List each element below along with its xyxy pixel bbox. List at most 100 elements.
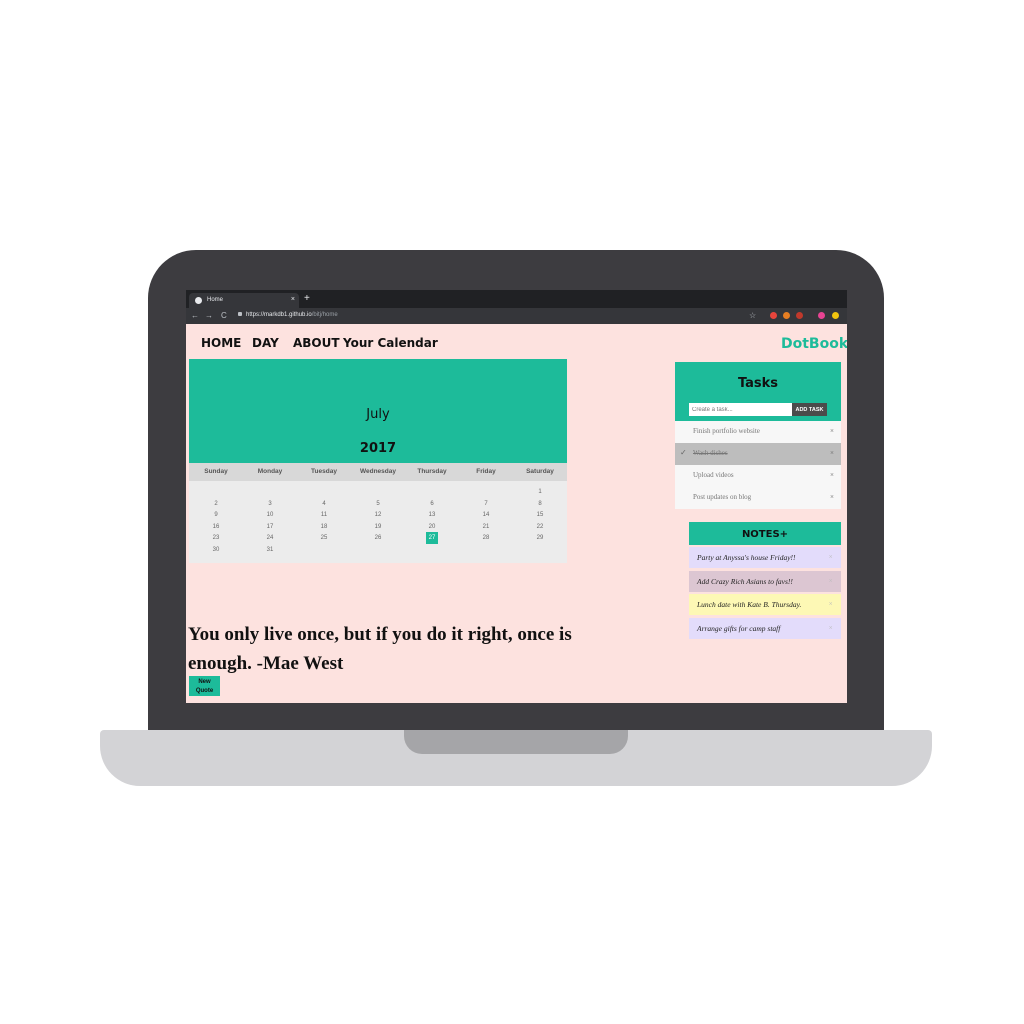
laptop-screen: Home × + ← → C https://markdb1.github.io… bbox=[186, 290, 847, 703]
calendar-day[interactable]: 22 bbox=[513, 523, 567, 531]
reload-icon[interactable]: C bbox=[221, 311, 227, 320]
calendar: July 2017 Sunday Monday Tuesday Wednesday Th… bbox=[189, 359, 567, 563]
extension-icon[interactable] bbox=[796, 312, 803, 319]
web-page: HOME DAY ABOUT Your Calendar DotBook Jul… bbox=[186, 324, 847, 703]
tasks-title: Tasks bbox=[737, 376, 779, 391]
lock-icon bbox=[238, 312, 242, 316]
calendar-day[interactable]: 7 bbox=[459, 500, 513, 508]
browser-tab-strip: Home × + bbox=[186, 290, 847, 308]
calendar-day[interactable]: 16 bbox=[189, 523, 243, 531]
task-item[interactable]: Post updates on blog × bbox=[675, 487, 841, 509]
extension-icon[interactable] bbox=[770, 312, 777, 319]
address-bar[interactable]: https://markdb1.github.io/bitj/home bbox=[238, 312, 338, 318]
nav-about-link[interactable]: ABOUT bbox=[293, 336, 340, 350]
nav-calendar-link[interactable]: Your Calendar bbox=[343, 336, 438, 350]
task-item[interactable]: Upload videos × bbox=[675, 465, 841, 487]
calendar-day[interactable]: 24 bbox=[243, 534, 297, 542]
calendar-day[interactable]: 9 bbox=[189, 511, 243, 519]
close-icon[interactable]: × bbox=[830, 493, 834, 501]
calendar-year: 2017 bbox=[359, 441, 397, 456]
calendar-day[interactable]: 20 bbox=[405, 523, 459, 531]
nav-home-link[interactable]: HOME bbox=[201, 336, 241, 350]
calendar-day[interactable]: 6 bbox=[405, 500, 459, 508]
close-icon[interactable]: × bbox=[828, 553, 833, 561]
calendar-day[interactable]: 5 bbox=[351, 500, 405, 508]
calendar-day[interactable]: 1 bbox=[513, 488, 567, 496]
calendar-day[interactable]: 21 bbox=[459, 523, 513, 531]
tab-title: Home bbox=[207, 297, 224, 303]
close-icon[interactable]: × bbox=[830, 427, 834, 435]
weekday-label: Saturday bbox=[526, 468, 554, 475]
calendar-day[interactable]: 14 bbox=[459, 511, 513, 519]
extension-icon[interactable] bbox=[783, 312, 790, 319]
tasks-panel: Tasks ADD TASK Finish portfolio website ×… bbox=[675, 362, 841, 509]
calendar-month: July bbox=[366, 407, 390, 422]
task-item[interactable]: Finish portfolio website × bbox=[675, 421, 841, 443]
note-item[interactable]: Party at Anyssa's house Friday!! × bbox=[689, 547, 841, 568]
calendar-day[interactable]: 27 bbox=[405, 534, 459, 542]
calendar-header: July 2017 bbox=[189, 359, 567, 463]
new-tab-button[interactable]: + bbox=[304, 293, 310, 305]
tab-close-icon[interactable]: × bbox=[291, 296, 295, 303]
calendar-day[interactable]: 17 bbox=[243, 523, 297, 531]
calendar-day[interactable]: 18 bbox=[297, 523, 351, 531]
calendar-day[interactable]: 8 bbox=[513, 500, 567, 508]
task-label: Wash dishes bbox=[693, 449, 728, 457]
nav-day-link[interactable]: DAY bbox=[252, 336, 279, 350]
note-item[interactable]: Lunch date with Kate B. Thursday. × bbox=[689, 594, 841, 615]
close-icon[interactable]: × bbox=[828, 600, 833, 608]
calendar-day[interactable]: 11 bbox=[297, 511, 351, 519]
back-arrow-icon[interactable]: ← bbox=[191, 311, 199, 320]
calendar-day[interactable]: 26 bbox=[351, 534, 405, 542]
note-item[interactable]: Add Crazy Rich Asians to favs!! × bbox=[689, 570, 841, 592]
calendar-day[interactable]: 25 bbox=[297, 534, 351, 542]
url-host: https://markdb1.github.io bbox=[246, 312, 312, 318]
weekday-label: Wednesday bbox=[359, 468, 396, 475]
tasks-header: Tasks ADD TASK bbox=[675, 362, 841, 421]
task-label: Finish portfolio website bbox=[693, 427, 760, 435]
note-item[interactable]: Arrange gifts for camp staff × bbox=[689, 617, 841, 639]
url-path: /bitj/home bbox=[311, 312, 338, 318]
close-icon[interactable]: × bbox=[828, 577, 833, 585]
calendar-day[interactable]: 19 bbox=[351, 523, 405, 531]
calendar-day[interactable]: 2 bbox=[189, 500, 243, 508]
calendar-day[interactable]: 10 bbox=[243, 511, 297, 519]
quote-text: You only live once, but if you do it rig… bbox=[188, 624, 572, 674]
globe-icon bbox=[195, 297, 202, 304]
new-quote-button[interactable]: New Quote bbox=[189, 676, 220, 696]
close-icon[interactable]: × bbox=[828, 624, 833, 632]
task-input[interactable] bbox=[689, 403, 792, 416]
calendar-day[interactable]: 28 bbox=[459, 534, 513, 542]
forward-arrow-icon[interactable]: → bbox=[205, 311, 213, 320]
weekday-label: Sunday bbox=[204, 468, 228, 475]
note-text: Arrange gifts for camp staff bbox=[697, 623, 781, 633]
notes-title: NOTES+ bbox=[689, 522, 841, 545]
weekday-label: Tuesday bbox=[311, 468, 337, 475]
calendar-day[interactable]: 31 bbox=[243, 546, 297, 554]
task-item[interactable]: ✓ Wash dishes × bbox=[675, 443, 841, 465]
weekday-label: Thursday bbox=[417, 468, 447, 475]
profile-avatar[interactable] bbox=[818, 312, 825, 319]
task-label: Upload videos bbox=[693, 471, 734, 479]
calendar-day[interactable]: 30 bbox=[189, 546, 243, 554]
brand-logo[interactable]: DotBook bbox=[781, 336, 847, 352]
extension-icon[interactable] bbox=[832, 312, 839, 319]
add-task-button[interactable]: ADD TASK bbox=[792, 403, 827, 416]
close-icon[interactable]: × bbox=[830, 449, 834, 457]
browser-toolbar: ← → C https://markdb1.github.io/bitj/hom… bbox=[186, 308, 847, 324]
calendar-day[interactable]: 3 bbox=[243, 500, 297, 508]
calendar-day[interactable]: 23 bbox=[189, 534, 243, 542]
star-icon[interactable]: ☆ bbox=[749, 311, 756, 320]
calendar-day[interactable]: 4 bbox=[297, 500, 351, 508]
calendar-day[interactable]: 15 bbox=[513, 511, 567, 519]
note-text: Add Crazy Rich Asians to favs!! bbox=[697, 576, 793, 586]
laptop-notch bbox=[404, 730, 628, 754]
calendar-day[interactable]: 13 bbox=[405, 511, 459, 519]
note-text: Lunch date with Kate B. Thursday. bbox=[697, 600, 802, 609]
browser-tab[interactable]: Home × bbox=[189, 293, 299, 308]
note-text: Party at Anyssa's house Friday!! bbox=[697, 553, 796, 562]
close-icon[interactable]: × bbox=[830, 471, 834, 479]
weekday-label: Monday bbox=[257, 468, 283, 475]
calendar-day[interactable]: 12 bbox=[351, 511, 405, 519]
calendar-day[interactable]: 29 bbox=[513, 534, 567, 542]
